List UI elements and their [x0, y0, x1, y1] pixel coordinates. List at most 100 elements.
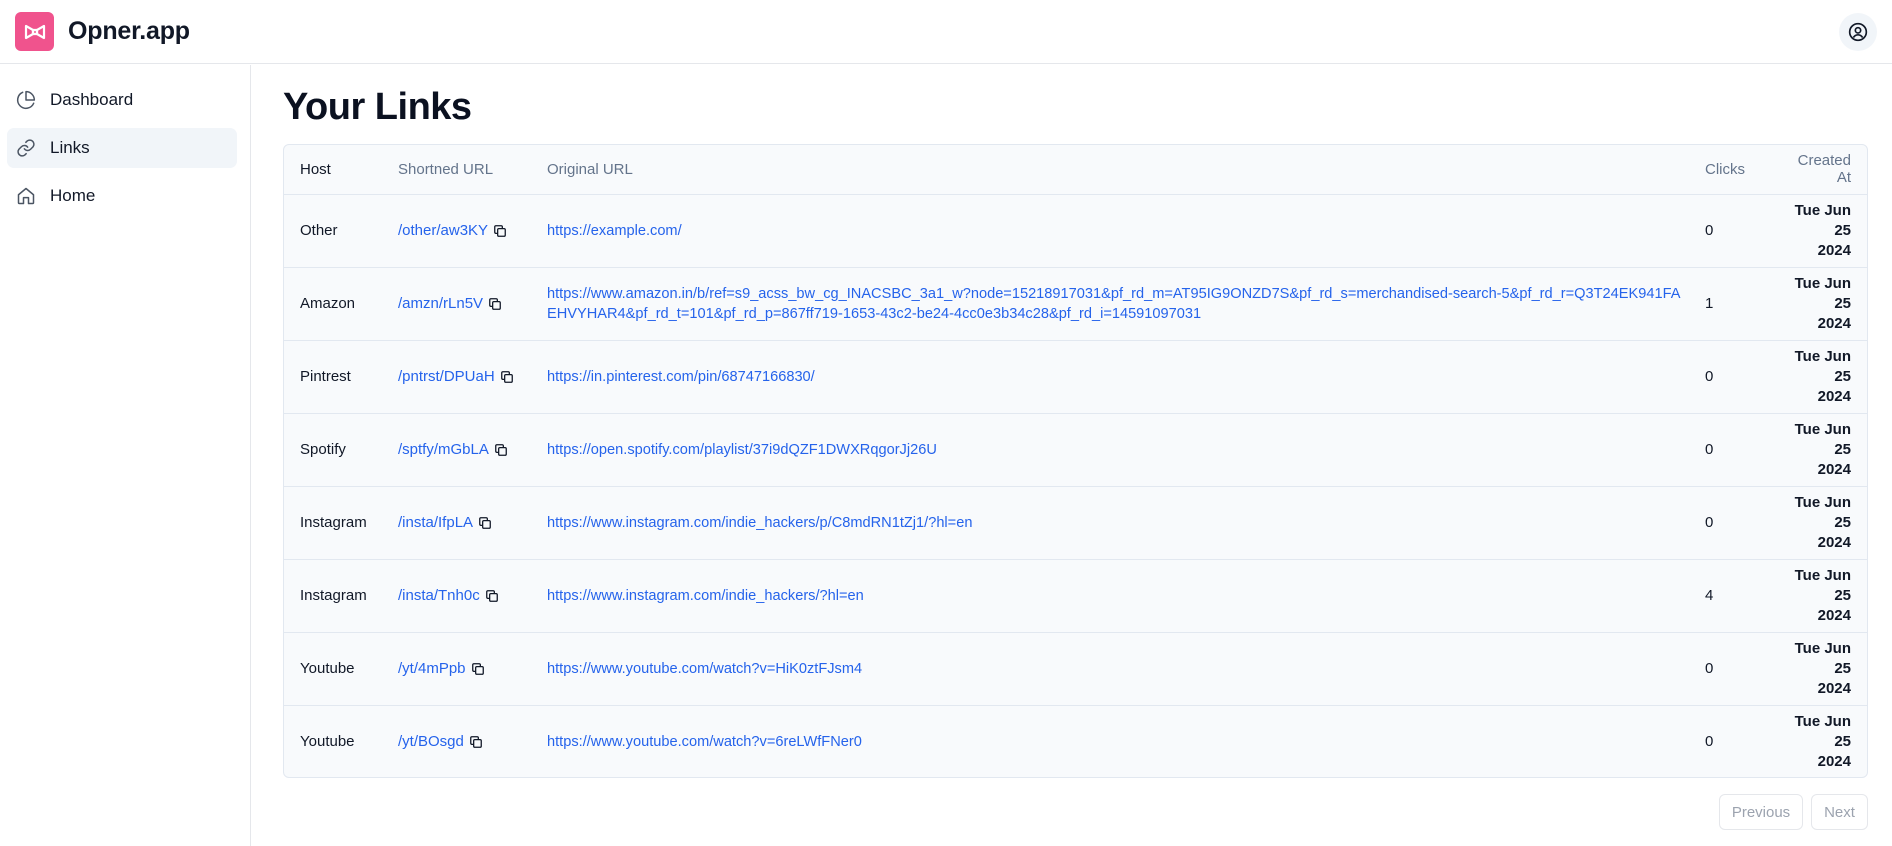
- previous-button[interactable]: Previous: [1719, 794, 1803, 830]
- table-row: Youtube /yt/4mPpb https://www.youtube.co…: [284, 632, 1867, 706]
- clicks-count: 4: [1705, 587, 1714, 604]
- created-year: 2024: [1817, 606, 1851, 624]
- clicks-count: 0: [1705, 441, 1714, 458]
- original-url-link[interactable]: https://www.youtube.com/watch?v=6reLWfFN…: [547, 734, 862, 750]
- copy-icon[interactable]: [471, 662, 485, 676]
- original-url-link[interactable]: https://open.spotify.com/playlist/37i9dQ…: [547, 442, 937, 458]
- top-bar: Opner.app: [0, 0, 1892, 64]
- sidebar-item-label: Home: [50, 186, 96, 205]
- short-url-text: /other/aw3KY: [398, 222, 489, 239]
- created-year: 2024: [1817, 387, 1851, 405]
- brand[interactable]: Opner.app: [15, 12, 190, 51]
- copy-icon[interactable]: [500, 370, 514, 384]
- short-url-link[interactable]: /pntrst/DPUaH: [398, 368, 514, 385]
- user-circle-icon: [1848, 22, 1868, 42]
- clicks-count: 0: [1705, 514, 1714, 531]
- table-row: Instagram /insta/IfpLA https://www.insta…: [284, 486, 1867, 560]
- copy-icon[interactable]: [478, 516, 492, 530]
- original-url-link[interactable]: https://in.pinterest.com/pin/68747166830…: [547, 369, 815, 385]
- created-year: 2024: [1817, 533, 1851, 551]
- created-date: Tue Jun 25: [1794, 274, 1851, 312]
- host-cell: Pintrest: [284, 340, 398, 414]
- original-url-link[interactable]: https://www.youtube.com/watch?v=HiK0ztFJ…: [547, 661, 862, 677]
- short-url-text: /sptfy/mGbLA: [398, 441, 489, 458]
- table-header-row: Host Shortned URL Original URL Clicks Cr…: [284, 145, 1867, 195]
- created-date: Tue Jun 25: [1794, 712, 1851, 750]
- column-header-short-url: Shortned URL: [398, 145, 547, 195]
- pie-chart-icon: [16, 90, 36, 110]
- copy-icon[interactable]: [494, 443, 508, 457]
- table-row: Amazon /amzn/rLn5V https://www.amazon.in…: [284, 267, 1867, 341]
- created-year: 2024: [1817, 752, 1851, 770]
- host-cell: Youtube: [284, 632, 398, 706]
- links-table: Host Shortned URL Original URL Clicks Cr…: [283, 144, 1868, 778]
- created-year: 2024: [1817, 679, 1851, 697]
- link-icon: [17, 139, 35, 157]
- bowtie-logo-icon: [15, 12, 54, 51]
- copy-icon[interactable]: [485, 589, 499, 603]
- short-url-text: /amzn/rLn5V: [398, 295, 484, 312]
- host-cell: Youtube: [300, 733, 355, 751]
- short-url-link[interactable]: /yt/4mPpb: [398, 660, 485, 677]
- column-header-host: Host: [284, 145, 398, 195]
- next-button[interactable]: Next: [1811, 794, 1868, 830]
- short-url-link[interactable]: /sptfy/mGbLA: [398, 441, 508, 458]
- sidebar-item-links[interactable]: Links: [7, 128, 237, 168]
- short-url-text: /pntrst/DPUaH: [398, 368, 495, 385]
- created-date: Tue Jun 25: [1794, 566, 1851, 604]
- short-url-text: /insta/Tnh0c: [398, 587, 480, 604]
- short-url-link[interactable]: /insta/IfpLA: [398, 514, 492, 531]
- sidebar-item-label: Dashboard: [50, 90, 134, 109]
- short-url-link[interactable]: /yt/BOsgd: [398, 733, 483, 750]
- copy-icon[interactable]: [488, 297, 502, 311]
- table-row: Other /other/aw3KY https://example.com/ …: [284, 194, 1867, 268]
- sidebar-item-dashboard[interactable]: Dashboard: [7, 80, 237, 120]
- main-content: Your Links Host Shortned URL Original UR…: [283, 65, 1868, 830]
- short-url-link[interactable]: /amzn/rLn5V: [398, 295, 502, 312]
- app-name: Opner.app: [68, 17, 190, 45]
- short-url-link[interactable]: /other/aw3KY: [398, 222, 507, 239]
- clicks-count: 0: [1705, 222, 1714, 239]
- short-url-text: /yt/BOsgd: [398, 733, 464, 751]
- copy-icon[interactable]: [493, 224, 507, 238]
- page-title: Your Links: [283, 86, 472, 128]
- host-cell: Instagram: [284, 486, 398, 560]
- original-url-link[interactable]: https://www.instagram.com/indie_hackers/…: [547, 515, 972, 531]
- created-year: 2024: [1817, 241, 1851, 259]
- copy-icon[interactable]: [469, 735, 483, 749]
- sidebar-item-home[interactable]: Home: [7, 176, 237, 216]
- host-cell: Amazon: [284, 267, 398, 341]
- short-url-text: /yt/4mPpb: [398, 660, 466, 677]
- user-avatar-button[interactable]: [1839, 13, 1877, 51]
- original-url-link[interactable]: https://example.com/: [547, 223, 682, 239]
- column-header-clicks: Clicks: [1705, 145, 1785, 195]
- host-cell: Other: [284, 194, 398, 268]
- column-header-created-at: Created At: [1785, 145, 1867, 195]
- table-row: Instagram /insta/Tnh0c https://www.insta…: [284, 559, 1867, 633]
- pagination: Previous Next: [1711, 794, 1868, 830]
- created-date: Tue Jun 25: [1794, 639, 1851, 677]
- sidebar: Dashboard Links Home: [0, 65, 251, 846]
- original-url-link[interactable]: https://www.instagram.com/indie_hackers/…: [547, 588, 864, 604]
- created-year: 2024: [1817, 314, 1851, 332]
- column-header-original-url: Original URL: [547, 145, 1705, 195]
- host-cell: Spotify: [284, 413, 398, 487]
- table-row: Spotify /sptfy/mGbLA https://open.spotif…: [284, 413, 1867, 487]
- clicks-count: 0: [1705, 368, 1714, 385]
- created-date: Tue Jun 25: [1794, 420, 1851, 458]
- short-url-text: /insta/IfpLA: [398, 514, 474, 531]
- created-date: Tue Jun 25: [1794, 493, 1851, 531]
- created-year: 2024: [1817, 460, 1851, 478]
- clicks-count: 1: [1705, 295, 1714, 312]
- clicks-count: 0: [1705, 660, 1714, 677]
- original-url-link[interactable]: https://www.amazon.in/b/ref=s9_acss_bw_c…: [547, 286, 1680, 322]
- created-date: Tue Jun 25: [1794, 201, 1851, 239]
- table-row: Youtube /yt/BOsgd https://www.youtube.co…: [284, 705, 1867, 777]
- home-icon: [17, 187, 35, 205]
- sidebar-item-label: Links: [50, 138, 90, 157]
- host-cell: Instagram: [284, 559, 398, 633]
- table-row: Pintrest /pntrst/DPUaH https://in.pinter…: [284, 340, 1867, 414]
- short-url-link[interactable]: /insta/Tnh0c: [398, 587, 499, 604]
- created-date: Tue Jun 25: [1794, 347, 1851, 385]
- clicks-count: 0: [1705, 733, 1714, 751]
